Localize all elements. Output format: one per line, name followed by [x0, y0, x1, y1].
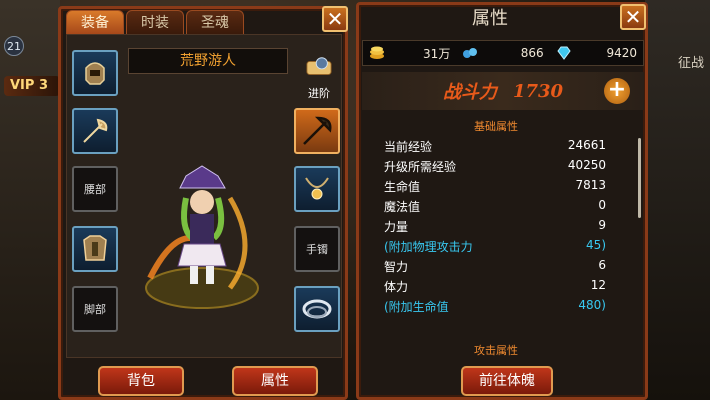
equipment-tabs: 装备 时装 圣魂	[66, 10, 244, 34]
weapon-slot-secondary[interactable]	[72, 108, 118, 154]
helmet-slot[interactable]	[72, 50, 118, 96]
helmet-icon	[85, 62, 105, 85]
scroll-icon	[306, 57, 332, 75]
gem-value: 866	[520, 46, 544, 60]
armor-icon	[83, 235, 107, 261]
player-level-badge: 21	[4, 36, 24, 56]
combat-power-value: 1730	[512, 80, 564, 102]
stat-row: 魔法值 0	[384, 198, 606, 214]
stat-scrollbar[interactable]	[638, 138, 641, 218]
necklace-icon	[305, 177, 329, 200]
stat-row-bonus: (附加物理攻击力 45)	[384, 238, 606, 254]
diamond-resource: 9420	[550, 46, 643, 60]
bag-button[interactable]: 背包	[98, 366, 184, 396]
tab-holy-soul[interactable]: 圣魂	[186, 10, 244, 34]
stat-row-bonus: (附加生命值 480)	[384, 298, 606, 314]
stat-list: 当前经验 24661 升级所需经验 40250 生命值 7813 魔法值 0 力量 9 (…	[384, 138, 606, 318]
axe-icon	[83, 118, 108, 143]
basic-attributes-title: 基础属性	[474, 120, 518, 133]
tab-fashion[interactable]: 时装	[126, 10, 184, 34]
combat-power: 战斗力 1730	[362, 72, 644, 110]
character-figure	[145, 165, 259, 309]
bracelet-slot[interactable]: 手镯	[294, 226, 340, 272]
ring-slot[interactable]	[294, 286, 340, 332]
gold-resource: 31万	[363, 45, 456, 62]
weapon-icon	[303, 116, 332, 145]
gold-coin-icon	[370, 46, 384, 59]
gem-resource: 866	[456, 46, 549, 60]
combat-power-label: 战斗力	[442, 82, 497, 103]
stat-row: 生命值 7813	[384, 178, 606, 194]
character-name: 荒野游人	[128, 48, 288, 74]
diamond-value: 9420	[606, 46, 637, 60]
attributes-button[interactable]: 属性	[232, 366, 318, 396]
main-weapon-slot[interactable]	[294, 108, 340, 154]
go-to-body-button[interactable]: 前往体魄	[461, 366, 553, 396]
close-equipment-button[interactable]: ✕	[322, 6, 348, 32]
necklace-slot[interactable]	[294, 166, 340, 212]
stat-row: 升级所需经验 40250	[384, 158, 606, 174]
stat-row: 智力 6	[384, 258, 606, 274]
vip-badge[interactable]: VIP 3	[4, 76, 60, 96]
ring-icon	[302, 299, 332, 319]
resource-bar: 31万 866 9420	[362, 40, 644, 66]
left-hud-strip	[0, 0, 60, 400]
diamond-icon	[557, 46, 571, 60]
advance-button[interactable]: 进阶	[296, 54, 342, 100]
advance-label: 进阶	[308, 87, 330, 100]
attack-attributes-title: 攻击属性	[474, 344, 518, 357]
close-attributes-button[interactable]: ✕	[620, 4, 646, 30]
attributes-title: 属性	[472, 8, 508, 29]
stat-row: 体力 12	[384, 278, 606, 294]
campaign-label[interactable]: 征战	[678, 52, 704, 71]
waist-slot[interactable]: 腰部	[72, 166, 118, 212]
armor-slot[interactable]	[72, 226, 118, 272]
stat-row: 力量 9	[384, 218, 606, 234]
feet-slot[interactable]: 脚部	[72, 286, 118, 332]
blue-gem-icon	[463, 48, 478, 58]
gold-value: 31万	[423, 46, 451, 61]
tab-equipment[interactable]: 装备	[66, 10, 124, 34]
add-power-button[interactable]: +	[604, 78, 630, 104]
stat-row: 当前经验 24661	[384, 138, 606, 154]
